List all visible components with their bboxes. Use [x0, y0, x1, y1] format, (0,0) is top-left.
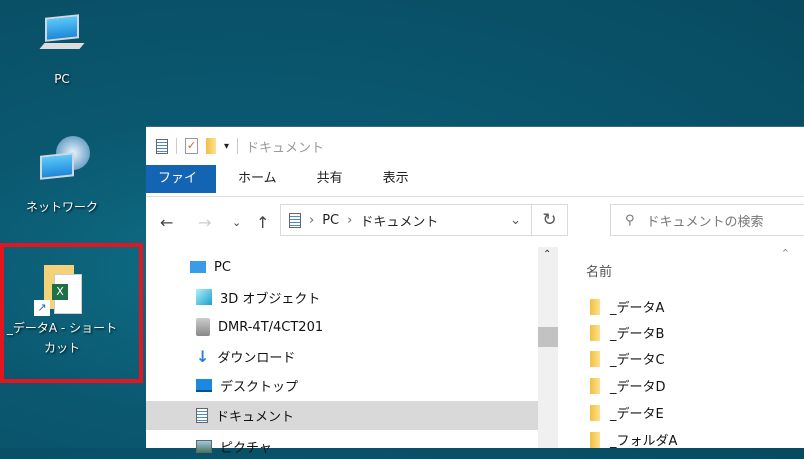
- nav-item-pc[interactable]: PC: [190, 254, 231, 280]
- pictures-icon: [196, 439, 212, 453]
- list-item[interactable]: _データC: [590, 349, 665, 368]
- ribbon-tabs: ファイル ホーム 共有 表示: [146, 165, 433, 214]
- nav-pane-scrollbar[interactable]: ⌃: [538, 247, 558, 448]
- item-name: _データD: [610, 380, 666, 395]
- scroll-up-icon[interactable]: ⌃: [543, 249, 551, 260]
- desktop-icon: [196, 378, 212, 392]
- tab-file[interactable]: ファイル: [146, 165, 216, 214]
- desktop-icon-excel-shortcut[interactable]: X ↗ _データA - ショートカット: [2, 262, 122, 358]
- folder-icon: [590, 298, 600, 315]
- list-item[interactable]: _データD: [590, 376, 666, 395]
- 3d-objects-icon: [196, 289, 212, 305]
- item-name: _データC: [610, 353, 665, 368]
- item-name: _データB: [610, 327, 665, 342]
- item-name: _データE: [610, 407, 664, 422]
- excel-shortcut-icon: X ↗: [2, 262, 122, 316]
- list-item[interactable]: _データA: [590, 297, 664, 316]
- properties-icon[interactable]: ✓: [185, 138, 198, 154]
- list-item[interactable]: _データB: [590, 323, 664, 342]
- tab-home[interactable]: ホーム: [222, 165, 293, 193]
- back-arrow-icon[interactable]: ←: [160, 213, 173, 232]
- nav-item-label: ドキュメント: [216, 410, 295, 425]
- desktop-icon-label: _データA - ショートカット: [6, 321, 118, 355]
- search-icon: ⚲: [625, 212, 635, 228]
- nav-item-label: DMR-4T/4CT201: [218, 319, 324, 335]
- documents-icon: [289, 212, 301, 228]
- item-name: _フォルダA: [610, 434, 678, 449]
- navigation-pane: PC 3D オブジェクト DMR-4T/4CT201 ↓ ダウンロード デスクトッ…: [146, 247, 538, 456]
- search-input[interactable]: ⚲ ドキュメントの検索: [610, 204, 804, 236]
- nav-item-3d-objects[interactable]: 3D オブジェクト: [196, 284, 320, 310]
- recent-chevron-down-icon[interactable]: ⌄: [232, 216, 241, 229]
- download-icon: ↓: [196, 346, 210, 366]
- file-list: ⌃ 名前 _データA _データB _データC _データD _データE _フォルダ…: [560, 247, 804, 449]
- nav-item-desktop[interactable]: デスクトップ: [196, 372, 298, 398]
- desktop-icon-pc[interactable]: PC: [2, 12, 122, 86]
- up-arrow-icon[interactable]: ↑: [256, 213, 269, 232]
- desktop-icon-network[interactable]: ネットワーク: [2, 136, 122, 215]
- column-header-name[interactable]: 名前: [586, 261, 612, 280]
- nav-item-label: 3D オブジェクト: [220, 291, 321, 307]
- desktop-icon-label: PC: [54, 72, 70, 86]
- list-item[interactable]: _フォルダA: [590, 430, 677, 449]
- address-bar[interactable]: › PC › ドキュメント ⌄: [280, 204, 532, 236]
- nav-item-downloads[interactable]: ↓ ダウンロード: [196, 343, 295, 369]
- network-icon: [2, 136, 122, 188]
- explorer-window: ✓ ▾ ドキュメント ファイル ホーム 共有 表示 ← → ⌄ ↑ › PC ›…: [146, 126, 804, 456]
- documents-icon: [156, 138, 168, 154]
- pc-icon: [2, 12, 122, 58]
- folder-icon: [590, 350, 600, 367]
- new-folder-icon[interactable]: [206, 138, 216, 154]
- customize-dropdown-icon[interactable]: ▾: [224, 141, 229, 152]
- tab-share[interactable]: 共有: [301, 165, 359, 193]
- quick-access-toolbar: ✓ ▾ ドキュメント: [146, 127, 324, 165]
- nav-item-label: ピクチャ: [220, 440, 272, 456]
- search-placeholder: ドキュメントの検索: [646, 214, 764, 230]
- nav-item-label: PC: [214, 259, 231, 275]
- sort-chevron-up-icon[interactable]: ⌃: [781, 247, 790, 260]
- nav-item-documents[interactable]: ドキュメント: [146, 401, 538, 430]
- nav-item-label: ダウンロード: [217, 350, 296, 366]
- nav-item-label: デスクトップ: [220, 379, 299, 395]
- media-device-icon: [196, 318, 210, 336]
- window-title: ドキュメント: [246, 140, 325, 156]
- folder-icon: [590, 404, 600, 421]
- item-name: _データA: [610, 301, 665, 316]
- breadcrumb-documents[interactable]: ドキュメント: [360, 211, 438, 230]
- documents-icon: [196, 408, 208, 423]
- pc-icon: [190, 261, 206, 273]
- desktop-icon-label: ネットワーク: [25, 200, 98, 214]
- tab-view[interactable]: 表示: [367, 165, 425, 193]
- divider: [146, 196, 804, 197]
- scrollbar-thumb[interactable]: [538, 327, 558, 347]
- breadcrumb-pc[interactable]: PC: [322, 213, 339, 228]
- list-item[interactable]: _データE: [590, 403, 664, 422]
- nav-item-media-device[interactable]: DMR-4T/4CT201: [196, 314, 323, 340]
- refresh-button[interactable]: ↻: [532, 204, 568, 236]
- address-chevron-down-icon[interactable]: ⌄: [510, 213, 521, 228]
- forward-arrow-icon[interactable]: →: [198, 213, 211, 232]
- navigation-bar: ← → ⌄ ↑ › PC › ドキュメント ⌄ ↻ ⚲ ドキュメントの検索: [146, 201, 804, 241]
- nav-item-pictures[interactable]: ピクチャ: [196, 433, 272, 459]
- folder-icon: [590, 377, 600, 394]
- folder-icon: [590, 431, 600, 448]
- folder-icon: [590, 324, 600, 341]
- refresh-icon: ↻: [542, 210, 557, 230]
